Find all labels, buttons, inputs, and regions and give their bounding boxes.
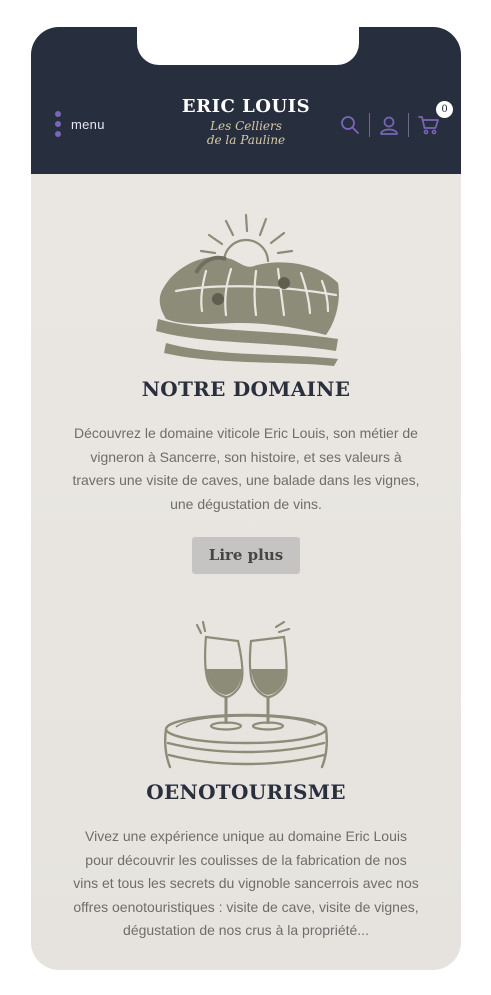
section-description: Découvrez le domaine viticole Eric Louis… [72, 425, 420, 512]
read-more-button[interactable]: Lire plus [192, 537, 300, 574]
menu-dots-icon [55, 111, 61, 137]
account-icon[interactable] [379, 115, 399, 135]
site-header: menu ERIC LOUIS Les Celliers de la Pauli… [31, 27, 461, 174]
section-notre-domaine: NOTRE DOMAINE Découvrez le domaine vitic… [31, 211, 461, 574]
phone-notch [137, 27, 359, 65]
section-description: Vivez une expérience unique au domaine E… [73, 828, 419, 938]
menu-button[interactable]: menu [55, 111, 105, 137]
logo-subtitle-line2: de la Pauline [206, 133, 286, 147]
search-icon[interactable] [340, 115, 360, 135]
logo-subtitle-line1: Les Celliers [210, 119, 282, 133]
header-actions: 0 [340, 101, 453, 139]
cart-count-badge: 0 [436, 101, 453, 118]
cart-icon[interactable]: 0 [418, 101, 453, 135]
phone-screen: menu ERIC LOUIS Les Celliers de la Pauli… [31, 27, 461, 970]
section-oenotourisme: OENOTOURISME Vivez une expérience unique… [31, 619, 461, 943]
wine-glasses-illustration [164, 620, 328, 769]
divider [369, 113, 370, 137]
menu-label: menu [71, 116, 105, 132]
logo-title: ERIC LOUIS [181, 96, 311, 117]
site-logo[interactable]: ERIC LOUIS Les Celliers de la Pauline [171, 96, 321, 147]
section-title: OENOTOURISME [146, 780, 346, 804]
section-title: NOTRE DOMAINE [141, 377, 351, 401]
divider [408, 113, 409, 137]
vineyard-illustration [156, 213, 339, 366]
